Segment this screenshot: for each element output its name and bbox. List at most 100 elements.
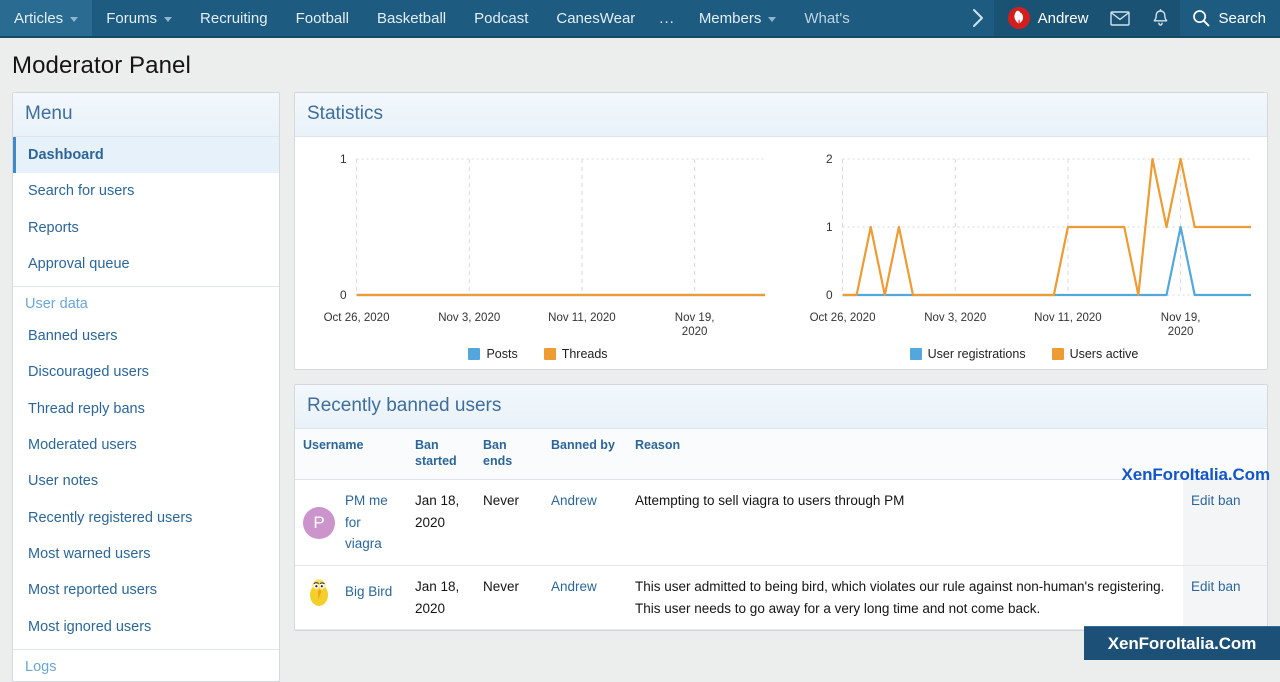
content-chart: 01 Oct 26, 2020Nov 3, 2020Nov 11, 2020No…	[295, 137, 781, 369]
cell-username: Big Bird	[295, 566, 407, 630]
sidebar-item-user-notes[interactable]: User notes	[13, 463, 279, 499]
recently-banned-users-header: Recently banned users	[295, 385, 1267, 429]
navbar-right-group: Andrew Search	[994, 0, 1280, 36]
sidebar-item-banned-users[interactable]: Banned users	[13, 318, 279, 354]
nav-item-whats-new[interactable]: What's	[790, 0, 853, 36]
sidebar-item-approval-queue[interactable]: Approval queue	[13, 246, 279, 282]
username-label: Andrew	[1038, 10, 1089, 27]
x-axis-tick-label: Nov 11, 2020	[1034, 311, 1102, 325]
svg-text:1: 1	[826, 220, 833, 234]
avatar: P	[303, 507, 335, 539]
sidebar-item-discouraged-users[interactable]: Discouraged users	[13, 354, 279, 390]
column-header-ban-ends[interactable]: Ban ends	[475, 429, 543, 480]
user-menu-button[interactable]: Andrew	[994, 0, 1101, 36]
alerts-button[interactable]	[1140, 0, 1180, 36]
charts-row: 01 Oct 26, 2020Nov 3, 2020Nov 11, 2020No…	[295, 137, 1267, 369]
legend-item[interactable]: Users active	[1052, 347, 1139, 361]
sidebar-menu-list: Dashboard Search for users Reports Appro…	[13, 137, 279, 681]
cell-banned-by: Andrew	[543, 566, 627, 630]
nav-item-members[interactable]: Members	[685, 0, 791, 36]
column-header-reason[interactable]: Reason	[627, 429, 1183, 480]
cell-reason: Attempting to sell viagra to users throu…	[627, 480, 1183, 566]
nav-overflow-fade	[854, 0, 880, 36]
nav-item-label: Recruiting	[200, 10, 268, 27]
statistics-panel: Statistics 01 Oct 26, 2020Nov 3, 2020Nov…	[294, 92, 1268, 370]
x-axis-tick-label: Nov 3, 2020	[438, 311, 500, 325]
banned-by-link[interactable]: Andrew	[551, 493, 597, 508]
page-layout: Menu Dashboard Search for users Reports …	[0, 92, 1280, 682]
nav-item-label: CanesWear	[556, 10, 635, 27]
statistics-header: Statistics	[295, 93, 1267, 137]
edit-ban-link[interactable]: Edit ban	[1191, 493, 1241, 508]
column-header-username[interactable]: Username	[295, 429, 407, 480]
chevron-down-icon	[164, 17, 172, 22]
avatar	[1008, 7, 1030, 29]
nav-item-label: Forums	[106, 10, 157, 27]
legend-label: Users active	[1070, 347, 1139, 361]
banned-by-link[interactable]: Andrew	[551, 579, 597, 594]
column-header-actions	[1183, 429, 1267, 480]
sidebar-item-most-ignored-users[interactable]: Most ignored users	[13, 609, 279, 645]
recently-banned-users-panel: Recently banned users Username Ban start…	[294, 384, 1268, 631]
nav-item-forums[interactable]: Forums	[92, 0, 186, 36]
cell-actions: Edit ban	[1183, 566, 1267, 630]
column-header-banned-by[interactable]: Banned by	[543, 429, 627, 480]
content-chart-legend: Posts Threads	[305, 347, 771, 361]
users-chart-legend: User registrations Users active	[791, 347, 1257, 361]
sidebar-item-most-warned-users[interactable]: Most warned users	[13, 536, 279, 572]
nav-item-label: What's	[804, 10, 849, 27]
sidebar-section-logs: Logs	[13, 650, 279, 681]
content-chart-x-labels: Oct 26, 2020Nov 3, 2020Nov 11, 2020Nov 1…	[305, 311, 771, 345]
nav-item-label: Members	[699, 10, 762, 27]
nav-scroll-right-button[interactable]	[964, 0, 994, 36]
nav-item-label: Football	[296, 10, 349, 27]
legend-item[interactable]: Threads	[544, 347, 608, 361]
nav-item-articles[interactable]: Articles	[0, 0, 92, 36]
sidebar-section-user-data: User data	[13, 287, 279, 318]
column-header-ban-started[interactable]: Ban started	[407, 429, 475, 480]
legend-swatch	[544, 348, 556, 360]
nav-item-football[interactable]: Football	[282, 0, 363, 36]
search-button[interactable]: Search	[1180, 0, 1280, 36]
nav-item-basketball[interactable]: Basketball	[363, 0, 460, 36]
nav-item-overflow-menu[interactable]: ...	[649, 0, 685, 36]
cell-ban-started: Jan 18, 2020	[407, 480, 475, 566]
nav-item-label: Basketball	[377, 10, 446, 27]
legend-item[interactable]: User registrations	[910, 347, 1026, 361]
username-link[interactable]: Big Bird	[345, 581, 392, 603]
nav-item-podcast[interactable]: Podcast	[460, 0, 542, 36]
sidebar-item-thread-reply-bans[interactable]: Thread reply bans	[13, 391, 279, 427]
legend-item[interactable]: Posts	[468, 347, 517, 361]
table-body: P PM me for viagra Jan 18, 2020 Never An…	[295, 480, 1267, 630]
cell-reason: This user admitted to being bird, which …	[627, 566, 1183, 630]
legend-swatch	[1052, 348, 1064, 360]
sidebar-item-recently-registered-users[interactable]: Recently registered users	[13, 500, 279, 536]
nav-item-caneswear[interactable]: CanesWear	[542, 0, 649, 36]
users-chart-plot: 012	[791, 149, 1257, 309]
cell-ban-ends: Never	[475, 566, 543, 630]
sidebar: Menu Dashboard Search for users Reports …	[12, 92, 280, 682]
legend-swatch	[910, 348, 922, 360]
edit-ban-link[interactable]: Edit ban	[1191, 579, 1241, 594]
nav-item-recruiting[interactable]: Recruiting	[186, 0, 282, 36]
sidebar-item-dashboard[interactable]: Dashboard	[13, 137, 279, 173]
bell-icon	[1152, 9, 1169, 28]
x-axis-tick-label: Oct 26, 2020	[324, 311, 390, 325]
sidebar-item-search-for-users[interactable]: Search for users	[13, 173, 279, 209]
banned-users-table: Username Ban started Ban ends Banned by …	[295, 429, 1267, 630]
nav-items-scroller[interactable]: Articles Forums Recruiting Football Bask…	[0, 0, 964, 36]
sidebar-item-reports[interactable]: Reports	[13, 210, 279, 246]
username-link[interactable]: PM me for viagra	[345, 490, 399, 555]
content-chart-svg: 01	[305, 149, 771, 309]
page-title: Moderator Panel	[0, 38, 1280, 92]
x-axis-tick-label: Nov 19,2020	[1161, 311, 1201, 340]
sidebar-item-most-reported-users[interactable]: Most reported users	[13, 572, 279, 608]
chevron-down-icon	[70, 17, 78, 22]
svg-text:0: 0	[340, 288, 347, 302]
main-content: Statistics 01 Oct 26, 2020Nov 3, 2020Nov…	[294, 92, 1268, 645]
x-axis-tick-label: Nov 19,2020	[675, 311, 715, 340]
legend-swatch	[468, 348, 480, 360]
inbox-button[interactable]	[1100, 0, 1140, 36]
sidebar-item-moderated-users[interactable]: Moderated users	[13, 427, 279, 463]
legend-label: User registrations	[928, 347, 1026, 361]
